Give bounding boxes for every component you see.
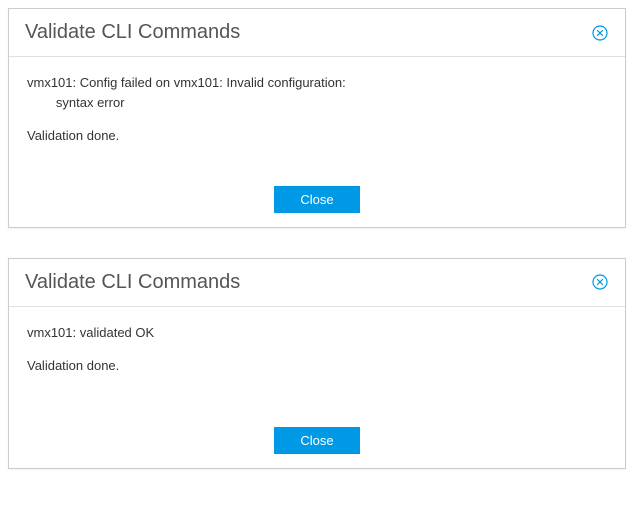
dialog-title: Validate CLI Commands [25,271,240,294]
validation-message: vmx101: validated OK [27,323,607,343]
validation-message: vmx101: Config failed on vmx101: Invalid… [27,73,607,112]
validate-cli-dialog: Validate CLI Commands vmx101: validated … [8,258,626,469]
validation-status: Validation done. [27,126,607,146]
validation-status: Validation done. [27,356,607,376]
dialog-footer: Close [9,176,625,227]
dialog-header: Validate CLI Commands [9,9,625,57]
dialog-header: Validate CLI Commands [9,259,625,307]
dialog-footer: Close [9,417,625,468]
dialog-body: vmx101: validated OK Validation done. [9,307,625,417]
close-icon[interactable] [591,24,609,42]
close-button[interactable]: Close [274,186,359,213]
dialog-body: vmx101: Config failed on vmx101: Invalid… [9,57,625,176]
dialog-title: Validate CLI Commands [25,21,240,44]
close-button[interactable]: Close [274,427,359,454]
validate-cli-dialog: Validate CLI Commands vmx101: Config fai… [8,8,626,228]
close-icon[interactable] [591,273,609,291]
